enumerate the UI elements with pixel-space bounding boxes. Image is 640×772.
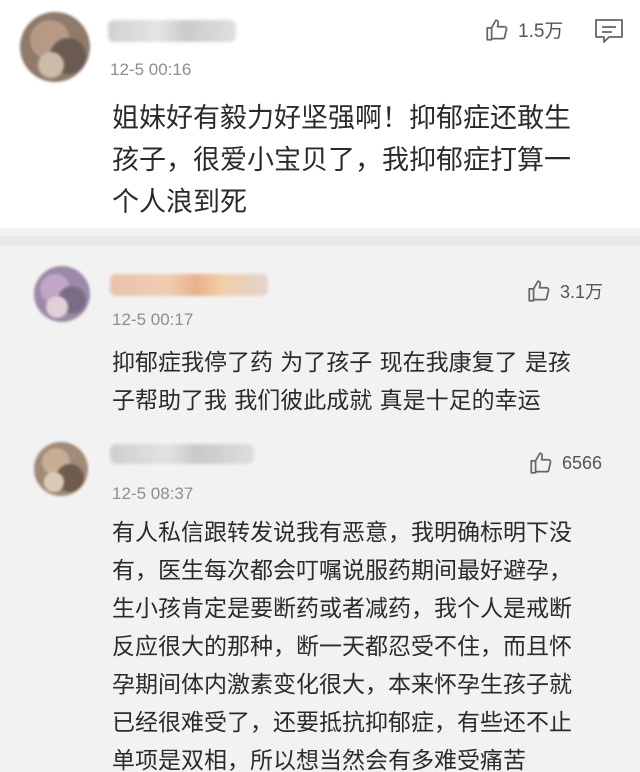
like-count: 3.1万 — [560, 282, 604, 302]
comment-line: 孕期间体内激素变化很大，本来怀孕生孩子就 — [112, 672, 572, 698]
comment-line: 抑郁症我停了药 为了孩子 现在我康复了 是孩 — [112, 350, 571, 376]
comment-line: 单项是双相，所以想当然会有多难受痛苦 — [112, 748, 526, 772]
like-count: 1.5万 — [518, 21, 564, 42]
comment-line: 姐妹好有毅力好坚强啊！抑郁症还敢生 — [112, 103, 571, 134]
reply-card: 6566 12-5 08:37 有人私信跟转发说我有恶意，我明确标明下没 有，医… — [0, 428, 640, 772]
like-button[interactable]: 6566 — [528, 450, 602, 476]
comment-time: 12-5 08:37 — [112, 484, 194, 503]
comment-line: 已经很难受了，还要抵抗抑郁症，有些还不止 — [112, 710, 572, 736]
thumbs-up-icon — [530, 452, 552, 474]
comment-line: 孩子，很爱小宝贝了，我抑郁症打算一 — [112, 145, 571, 176]
comment-icon[interactable] — [594, 18, 624, 44]
comment-card: 1.5万 12-5 00:16 姐妹好有毅力好坚强啊！抑郁症还敢生 孩子，很爱小… — [0, 0, 640, 228]
divider — [0, 236, 640, 246]
comment-time: 12-5 00:16 — [110, 60, 192, 79]
thumbs-up-icon — [486, 18, 508, 41]
like-button[interactable]: 3.1万 — [526, 278, 603, 304]
avatar[interactable] — [34, 442, 88, 496]
username[interactable] — [108, 20, 236, 42]
comment-text: 抑郁症我停了药 为了孩子 现在我康复了 是孩 子帮助了我 我们彼此成就 真是十足… — [112, 344, 571, 420]
username[interactable] — [110, 444, 254, 464]
comment-line: 反应很大的那种，断一天都忍受不住，而且怀 — [112, 634, 572, 660]
comment-feed: 1.5万 12-5 00:16 姐妹好有毅力好坚强啊！抑郁症还敢生 孩子，很爱小… — [0, 0, 640, 772]
comment-line: 个人浪到死 — [112, 187, 247, 218]
comment-line: 生小孩肯定是要断药或者减药，我个人是戒断 — [112, 596, 572, 622]
comment-line: 有，医生每次都会叮嘱说服药期间最好避孕， — [112, 558, 572, 584]
thumbs-up-icon — [528, 280, 550, 302]
like-button[interactable]: 1.5万 — [484, 16, 563, 43]
comment-text: 姐妹好有毅力好坚强啊！抑郁症还敢生 孩子，很爱小宝贝了，我抑郁症打算一 个人浪到… — [112, 98, 571, 224]
reply-card: 3.1万 12-5 00:17 抑郁症我停了药 为了孩子 现在我康复了 是孩 子… — [0, 248, 640, 428]
username[interactable] — [110, 274, 268, 296]
avatar[interactable] — [34, 266, 90, 322]
avatar[interactable] — [20, 12, 90, 82]
comment-text: 有人私信跟转发说我有恶意，我明确标明下没 有，医生每次都会叮嘱说服药期间最好避孕… — [112, 514, 572, 772]
comment-time: 12-5 00:17 — [112, 310, 194, 329]
like-count: 6566 — [562, 452, 603, 473]
comment-line: 子帮助了我 我们彼此成就 真是十足的幸运 — [112, 388, 541, 414]
comment-line: 有人私信跟转发说我有恶意，我明确标明下没 — [112, 520, 572, 546]
replies-section: 3.1万 12-5 00:17 抑郁症我停了药 为了孩子 现在我康复了 是孩 子… — [0, 236, 640, 772]
